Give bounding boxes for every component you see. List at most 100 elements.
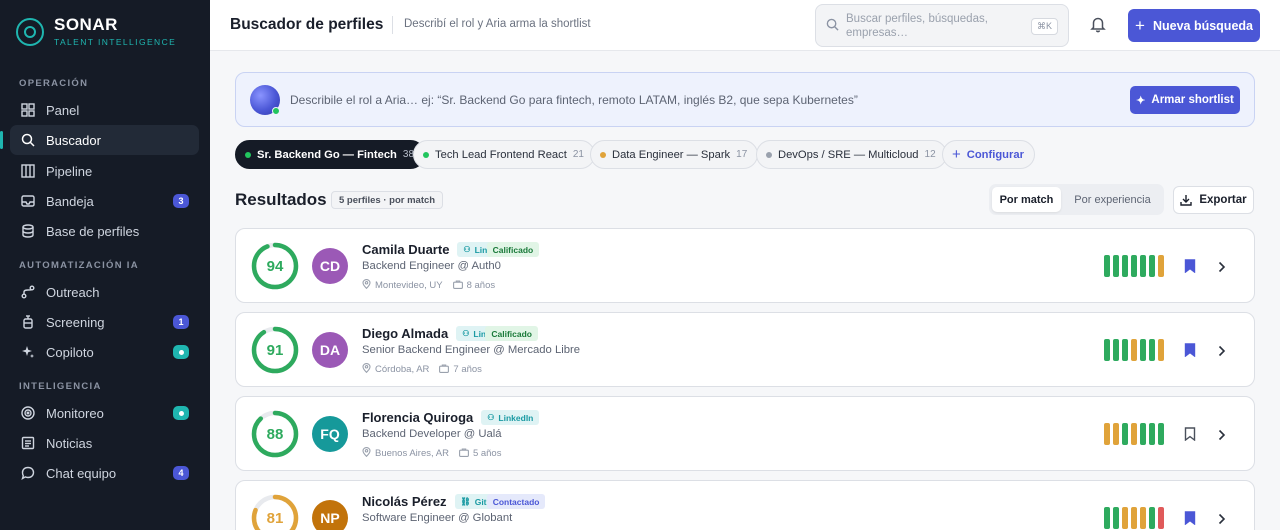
chevron-right-icon[interactable] bbox=[1218, 428, 1226, 446]
skill-bar bbox=[1158, 255, 1164, 277]
build-shortlist-label: Armar shortlist bbox=[1151, 94, 1234, 106]
match-score: 91 bbox=[266, 341, 284, 359]
skill-bar bbox=[1149, 339, 1155, 361]
search-chip[interactable]: Sr. Backend Go — Fintech 38 bbox=[235, 140, 426, 169]
bookmark-icon[interactable] bbox=[1184, 511, 1196, 530]
configure-button[interactable]: + Configurar bbox=[942, 140, 1035, 169]
sidebar-item-panel[interactable]: Panel bbox=[10, 95, 199, 125]
skill-bar bbox=[1122, 339, 1128, 361]
chevron-right-icon[interactable] bbox=[1218, 512, 1226, 530]
search-chip[interactable]: Tech Lead Frontend React 21 bbox=[413, 140, 595, 169]
candidate-role: Backend Developer @ Ualá bbox=[362, 428, 502, 440]
new-search-label: Nueva búsqueda bbox=[1152, 18, 1253, 33]
candidate-role: Software Engineer @ Globant bbox=[362, 512, 513, 524]
export-button[interactable]: Exportar bbox=[1173, 186, 1254, 214]
radar-icon bbox=[20, 405, 36, 421]
person-icon: ⚇ bbox=[487, 413, 495, 422]
candidate-card[interactable]: 81NPNicolás Pérez⛓GitHubContactadoSoftwa… bbox=[235, 480, 1255, 530]
sort-by-match-tab[interactable]: Por match bbox=[992, 187, 1061, 212]
skill-bar bbox=[1149, 255, 1155, 277]
top-header: Buscador de perfiles Describí el rol y A… bbox=[210, 0, 1280, 51]
search-chip[interactable]: DevOps / SRE — Multicloud 12 bbox=[756, 140, 947, 169]
section-label-automatizacion: AUTOMATIZACIÓN IA bbox=[19, 260, 139, 271]
status-dot bbox=[766, 151, 772, 158]
skill-bar bbox=[1131, 507, 1137, 529]
sidebar-item-screening[interactable]: Screening 1 bbox=[10, 307, 199, 337]
skill-bar bbox=[1122, 507, 1128, 529]
aria-prompt-input[interactable]: Describile el rol a Aria… ej: “Sr. Backe… bbox=[290, 93, 858, 107]
sidebar-item-label: Noticias bbox=[46, 435, 93, 451]
candidate-name[interactable]: Diego Almada bbox=[362, 326, 448, 341]
status-dot bbox=[600, 151, 606, 158]
bookmark-icon[interactable] bbox=[1184, 259, 1196, 278]
export-label: Exportar bbox=[1199, 194, 1247, 206]
skill-bar bbox=[1131, 339, 1137, 361]
page-subtitle: Describí el rol y Aria arma la shortlist bbox=[404, 18, 591, 30]
location-pin-icon bbox=[362, 279, 371, 292]
chevron-right-icon[interactable] bbox=[1218, 344, 1226, 362]
global-search-input[interactable]: Buscar perfiles, búsquedas, empresas… ⌘K bbox=[815, 4, 1069, 47]
sidebar-item-base-de-perfiles[interactable]: Base de perfiles bbox=[10, 216, 199, 246]
sidebar-item-monitoreo[interactable]: Monitoreo bbox=[10, 398, 199, 428]
bookmark-icon[interactable] bbox=[1184, 343, 1196, 362]
sidebar-item-label: Bandeja bbox=[46, 193, 94, 209]
source-tag: ⚇LinkedIn bbox=[481, 410, 540, 425]
sidebar-item-copiloto[interactable]: Copiloto bbox=[10, 337, 199, 367]
location-pin-icon bbox=[362, 447, 371, 460]
sidebar-item-label: Pipeline bbox=[46, 163, 93, 179]
skill-bar bbox=[1104, 339, 1110, 361]
skill-bar bbox=[1149, 423, 1155, 445]
match-score: 88 bbox=[266, 425, 284, 443]
candidate-card[interactable]: 88 FQ Florencia Quiroga ⚇ LinkedIn Backend De… bbox=[235, 396, 1255, 471]
page-title: Buscador de perfiles bbox=[230, 16, 384, 33]
candidate-name[interactable]: Nicolás Pérez bbox=[362, 494, 447, 509]
sidebar-item-label: Chat equipo bbox=[46, 465, 117, 481]
route-icon bbox=[20, 284, 36, 300]
skill-bar bbox=[1122, 423, 1128, 445]
search-chip[interactable]: Data Engineer — Spark 17 bbox=[590, 140, 759, 169]
skill-bar bbox=[1158, 423, 1164, 445]
aria-prompt-bar: Describile el rol a Aria… ej: “Sr. Backe… bbox=[235, 72, 1255, 127]
bell-icon[interactable] bbox=[1089, 15, 1107, 38]
new-search-button[interactable]: + Nueva búsqueda bbox=[1128, 9, 1260, 42]
newspaper-icon bbox=[20, 435, 36, 451]
chat-count-badge: 4 bbox=[173, 466, 189, 480]
briefcase-icon bbox=[439, 363, 450, 376]
bookmark-icon[interactable] bbox=[1184, 427, 1196, 446]
title-divider bbox=[392, 16, 393, 34]
sidebar-item-pipeline[interactable]: Pipeline bbox=[10, 156, 199, 186]
build-shortlist-button[interactable]: ✦ Armar shortlist bbox=[1130, 86, 1240, 114]
grid-icon bbox=[20, 102, 36, 118]
sidebar-item-label: Monitoreo bbox=[46, 405, 104, 421]
sidebar-item-bandeja[interactable]: Bandeja 3 bbox=[10, 186, 199, 216]
search-chip-label: Sr. Backend Go — Fintech bbox=[257, 148, 397, 161]
skill-match-bars bbox=[1104, 255, 1164, 277]
candidate-experience: 5 años bbox=[472, 448, 502, 459]
sidebar-item-label: Base de perfiles bbox=[46, 223, 140, 239]
candidate-meta: Buenos Aires, AR 5 años bbox=[362, 447, 501, 460]
results-title: Resultados bbox=[235, 190, 327, 209]
sort-by-experience-tab[interactable]: Por experiencia bbox=[1064, 187, 1161, 212]
search-icon bbox=[20, 132, 36, 148]
sidebar-item-noticias[interactable]: Noticias bbox=[10, 428, 199, 458]
sidebar-item-buscador[interactable]: Buscador bbox=[0, 125, 199, 155]
inbox-icon bbox=[20, 193, 36, 209]
candidate-name[interactable]: Florencia Quiroga bbox=[362, 410, 473, 425]
plus-icon: + bbox=[1135, 15, 1145, 35]
skill-bar bbox=[1158, 507, 1164, 529]
candidate-role: Backend Engineer @ Auth0 bbox=[362, 260, 501, 272]
candidate-meta: Córdoba, AR 7 años bbox=[362, 363, 482, 376]
sidebar-item-label: Buscador bbox=[46, 132, 101, 148]
candidate-card[interactable]: 94CDCamila Duarte⚇LinkedInCalificadoBack… bbox=[235, 228, 1255, 303]
chevron-right-icon[interactable] bbox=[1218, 260, 1226, 278]
configure-label: Configurar bbox=[966, 148, 1024, 161]
sidebar-item-chat-equipo[interactable]: Chat equipo 4 bbox=[10, 458, 199, 488]
brand[interactable]: SONAR TALENT INTELLIGENCE bbox=[16, 16, 176, 47]
sidebar-item-outreach[interactable]: Outreach bbox=[10, 277, 199, 307]
skill-bar bbox=[1131, 255, 1137, 277]
person-icon: ⚇ bbox=[463, 245, 471, 254]
skill-match-bars bbox=[1104, 423, 1164, 445]
results-count-badge: 5 perfiles · por match bbox=[331, 191, 444, 209]
candidate-card[interactable]: 91DADiego Almada⚇LinkedInCalificadoSenio… bbox=[235, 312, 1255, 387]
candidate-name[interactable]: Camila Duarte bbox=[362, 242, 449, 257]
